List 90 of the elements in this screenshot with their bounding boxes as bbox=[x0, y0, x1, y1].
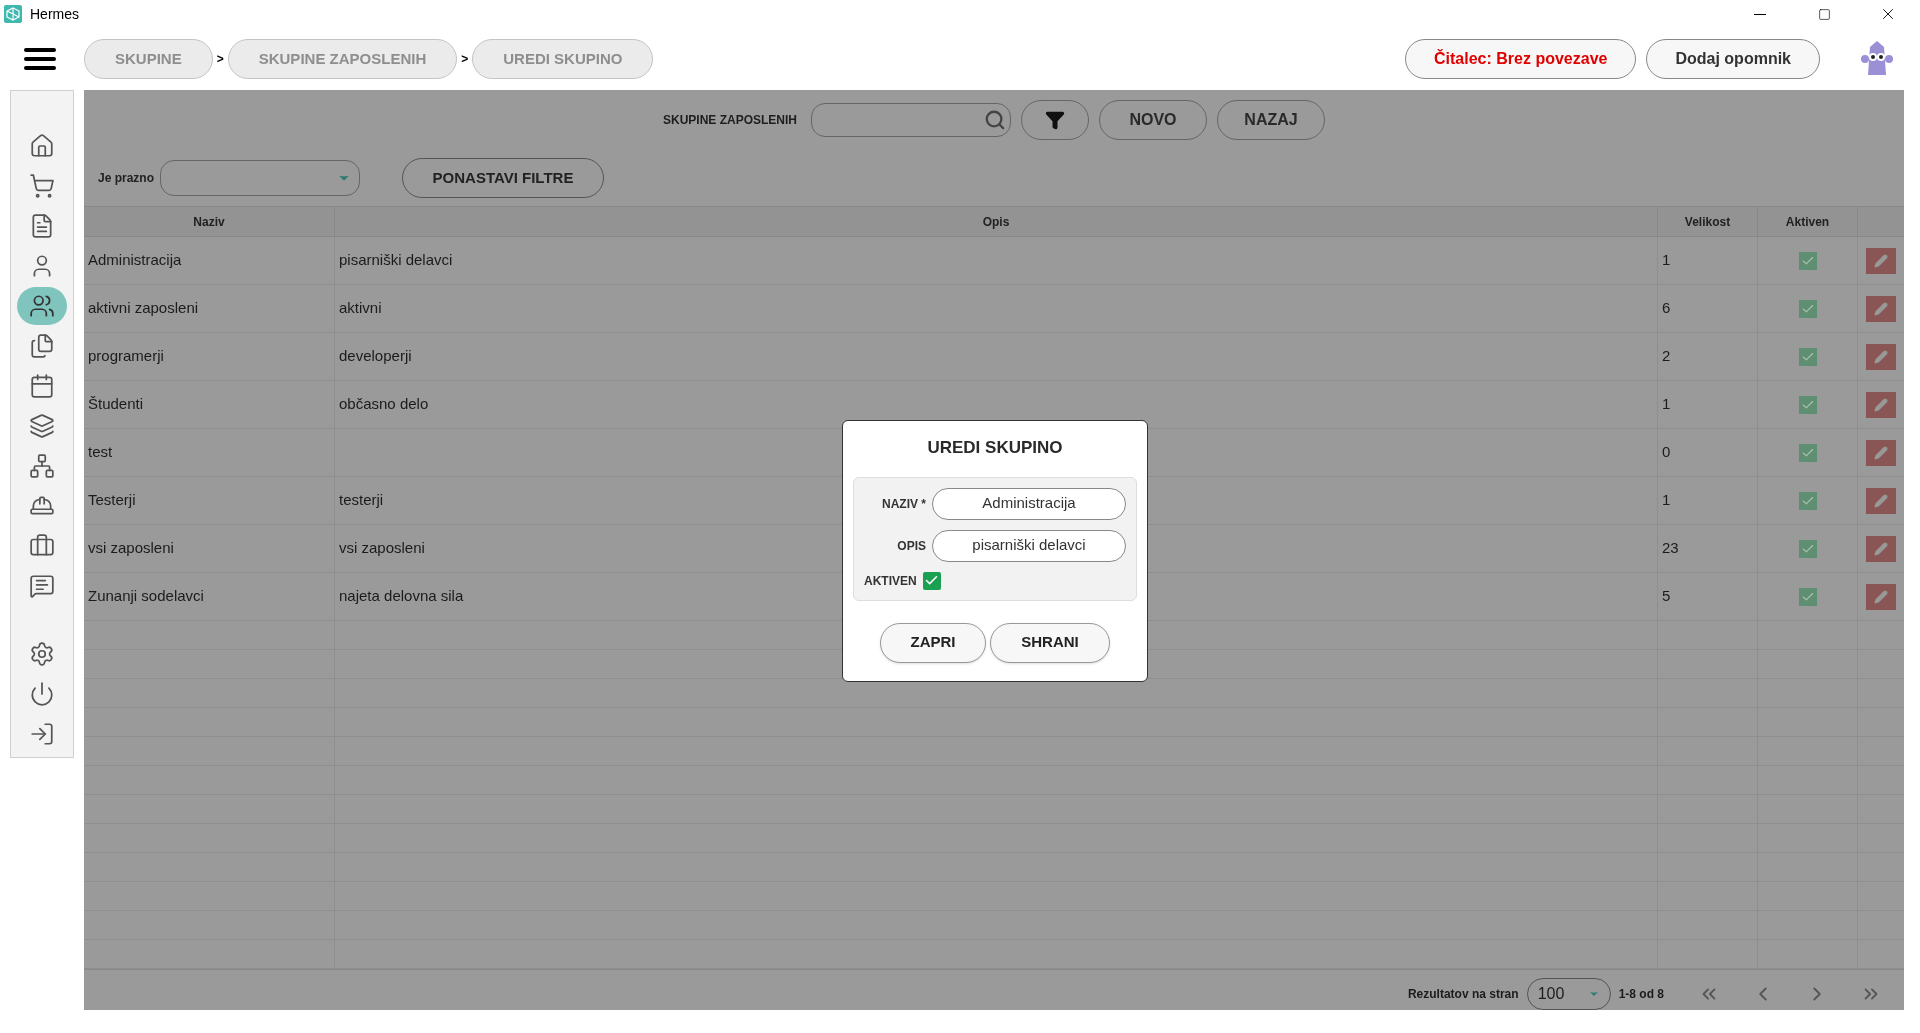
window-title: Hermes bbox=[30, 4, 79, 24]
table-cell: aktivni zaposleni bbox=[84, 285, 335, 332]
table-cell: 6 bbox=[1658, 285, 1758, 332]
briefcase-icon bbox=[29, 533, 55, 559]
filter-icon bbox=[1045, 110, 1065, 130]
table-cell: vsi zaposleni bbox=[84, 525, 335, 572]
pencil-icon bbox=[1874, 301, 1888, 316]
edit-button[interactable] bbox=[1866, 535, 1896, 562]
breadcrumb[interactable]: SKUPINE ZAPOSLENIH bbox=[227, 39, 458, 79]
app-logo-icon bbox=[4, 5, 22, 23]
column-header[interactable]: Naziv bbox=[84, 207, 335, 236]
active-checkbox[interactable] bbox=[1798, 299, 1817, 318]
table-cell: Študenti bbox=[84, 381, 335, 428]
table-cell: developerji bbox=[335, 333, 1658, 380]
cart-icon bbox=[29, 173, 55, 199]
column-header[interactable]: Opis bbox=[335, 207, 1658, 236]
field-label: AKTIVEN bbox=[864, 572, 917, 590]
text-field[interactable]: pisarniški delavci bbox=[932, 529, 1126, 562]
table-cell: aktivni bbox=[335, 285, 1658, 332]
breadcrumb-separator: > bbox=[461, 51, 469, 68]
table-cell: 1 bbox=[1658, 381, 1758, 428]
active-checkbox[interactable] bbox=[1798, 395, 1817, 414]
table-cell: 5 bbox=[1658, 573, 1758, 620]
power-icon bbox=[29, 681, 55, 707]
dialog-button[interactable]: SHRANI bbox=[990, 622, 1110, 663]
page-size-value: 100 bbox=[1537, 983, 1565, 1004]
sidebar-item[interactable] bbox=[17, 287, 67, 325]
pencil-icon bbox=[1874, 589, 1888, 604]
toolbar-title: SKUPINE ZAPOSLENIH bbox=[663, 112, 797, 129]
filter-label: Je prazno bbox=[98, 170, 154, 187]
restore-icon bbox=[1817, 7, 1831, 21]
page-size-label: Rezultatov na stran bbox=[1407, 985, 1519, 1003]
edit-button[interactable] bbox=[1866, 295, 1896, 322]
edit-button[interactable] bbox=[1866, 391, 1896, 418]
column-header[interactable]: Velikost bbox=[1658, 207, 1758, 236]
edit-button[interactable] bbox=[1866, 583, 1896, 610]
calendar-icon bbox=[29, 373, 55, 399]
pencil-icon bbox=[1874, 541, 1888, 556]
table-cell: 23 bbox=[1658, 525, 1758, 572]
text-field[interactable]: Administracija bbox=[932, 487, 1126, 520]
page-range: 1-8 od 8 bbox=[1618, 985, 1664, 1003]
search-field[interactable] bbox=[811, 103, 1011, 137]
table-cell: Administracija bbox=[84, 237, 335, 284]
message-icon bbox=[29, 573, 55, 599]
table-cell: programerji bbox=[84, 333, 335, 380]
pencil-icon bbox=[1874, 493, 1888, 508]
active-checkbox[interactable] bbox=[1798, 251, 1817, 270]
edit-button[interactable] bbox=[1866, 247, 1896, 274]
active-checkbox[interactable] bbox=[1798, 539, 1817, 558]
edit-button[interactable] bbox=[1866, 343, 1896, 370]
active-checkbox[interactable] bbox=[1798, 347, 1817, 366]
pencil-icon bbox=[1874, 253, 1888, 268]
edit-button[interactable] bbox=[1866, 439, 1896, 466]
settings-icon bbox=[29, 641, 55, 667]
people-icon bbox=[29, 293, 55, 319]
dropdown-field[interactable] bbox=[160, 160, 360, 196]
field-label: NAZIV * bbox=[881, 495, 926, 513]
field-label: OPIS bbox=[896, 537, 926, 555]
active-checkbox[interactable] bbox=[1798, 491, 1817, 510]
reader-status-button[interactable]: Čitalec: Brez povezave bbox=[1405, 39, 1637, 79]
hierarchy-icon bbox=[29, 453, 55, 479]
table-cell: 0 bbox=[1658, 429, 1758, 476]
pencil-icon bbox=[1874, 445, 1888, 460]
breadcrumb[interactable]: UREDI SKUPINO bbox=[472, 39, 654, 79]
table-cell: test bbox=[84, 429, 335, 476]
table-cell: 1 bbox=[1658, 477, 1758, 524]
table-cell: 2 bbox=[1658, 333, 1758, 380]
document-icon bbox=[29, 213, 55, 239]
column-header[interactable]: Aktiven bbox=[1758, 207, 1858, 236]
pages-icon bbox=[29, 333, 55, 359]
reminder-button[interactable]: Dodaj opomnik bbox=[1646, 39, 1820, 79]
minimize-icon bbox=[1754, 13, 1766, 15]
edit-button[interactable] bbox=[1866, 487, 1896, 514]
dialog-button[interactable]: ZAPRI bbox=[880, 622, 986, 663]
pencil-icon bbox=[1874, 349, 1888, 364]
active-checkbox[interactable] bbox=[1798, 443, 1817, 462]
active-checkbox[interactable] bbox=[922, 571, 941, 590]
home-icon bbox=[29, 133, 55, 159]
table-cell: Testerji bbox=[84, 477, 335, 524]
breadcrumb-separator: > bbox=[216, 51, 224, 68]
dialog-title: UREDI SKUPINO bbox=[927, 437, 1063, 459]
active-checkbox[interactable] bbox=[1798, 587, 1817, 606]
table-cell: pisarniški delavci bbox=[335, 237, 1658, 284]
exit-icon bbox=[29, 721, 55, 747]
table-cell: 1 bbox=[1658, 237, 1758, 284]
table-cell: Zunanji sodelavci bbox=[84, 573, 335, 620]
search-icon bbox=[984, 109, 1006, 131]
breadcrumb[interactable]: SKUPINE bbox=[84, 39, 213, 79]
pencil-icon bbox=[1874, 397, 1888, 412]
layers-icon bbox=[29, 413, 55, 439]
